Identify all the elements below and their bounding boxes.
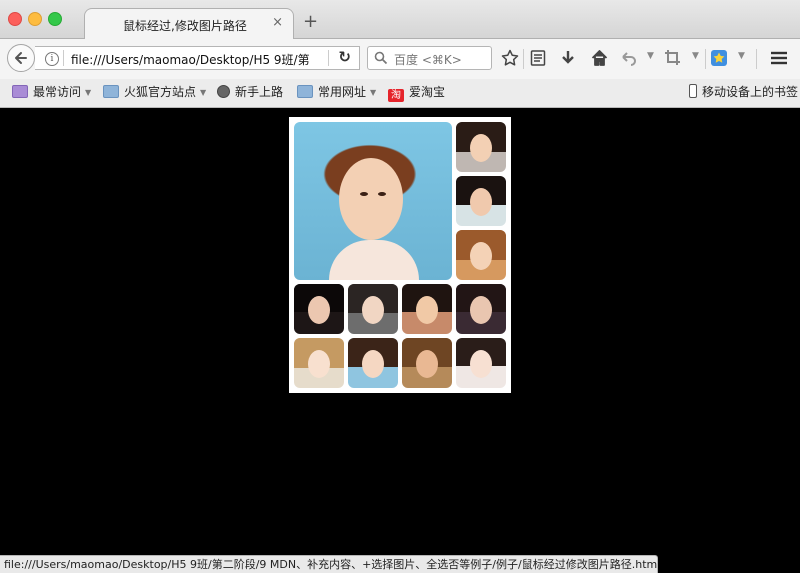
tab-title: 鼠标经过,修改图片路径 [123,19,247,33]
chevron-down-icon[interactable]: ▼ [647,51,654,61]
globe-icon [217,85,230,98]
menu-icon[interactable] [770,49,788,67]
toolbar-divider [523,49,524,69]
search-input[interactable]: 百度 <⌘K> [394,51,462,68]
home-icon[interactable] [591,49,608,67]
thumb-2[interactable] [456,176,506,226]
new-tab-button[interactable]: + [303,13,318,31]
bookmark-firefox-sites[interactable]: 火狐官方站点 ▼ [103,83,206,101]
eyes [358,192,388,197]
download-icon[interactable] [560,49,576,67]
bookmark-label: 新手上路 [235,85,284,99]
folder-icon [297,85,313,98]
minimize-window-button[interactable] [28,12,42,26]
bookmark-label: 移动设备上的书签 [702,85,799,99]
thumb-5[interactable] [348,284,398,334]
chevron-down-icon: ▼ [200,88,207,97]
crop-icon[interactable] [664,49,682,67]
star-badge-icon [713,52,725,63]
browser-chrome: 鼠标经过,修改图片路径 × + i file:///Users/maomao/D… [0,0,800,108]
thumb-3[interactable] [456,230,506,280]
search-bar[interactable]: 百度 <⌘K> [367,46,492,70]
thumb-1[interactable] [456,122,506,172]
chevron-down-icon[interactable]: ▼ [738,51,745,61]
thumb-10[interactable] [402,338,452,388]
folder-icon [103,85,119,98]
chevron-down-icon: ▼ [370,88,377,97]
bookmarks-toolbar: 最常访问 ▼ 火狐官方站点 ▼ 新手上路 常用网址 ▼ 淘爱淘宝 移动设备上的书签 [0,79,800,106]
title-bar: 鼠标经过,修改图片路径 × + [0,0,800,39]
thumb-6[interactable] [402,284,452,334]
toolbar-divider [705,49,706,69]
bookmark-mobile[interactable]: 移动设备上的书签 [689,83,798,101]
thumb-7[interactable] [456,284,506,334]
star-icon[interactable] [501,49,519,67]
large-photo [294,122,452,280]
reload-icon[interactable]: ↻ [338,48,351,66]
bookmark-most-visited[interactable]: 最常访问 ▼ [12,83,91,101]
thumb-9[interactable] [348,338,398,388]
navigation-toolbar: i file:///Users/maomao/Desktop/H5 9班/第 ↻… [0,39,800,79]
toolbar-divider [756,49,757,69]
bookmark-label: 常用网址 [318,85,367,99]
shoulder-shape [329,240,419,280]
bookmark-label: 火狐官方站点 [124,85,197,99]
bookmark-label: 最常访问 [33,85,82,99]
bookmark-taobao[interactable]: 淘爱淘宝 [388,83,446,102]
back-button[interactable] [7,44,35,72]
chevron-down-icon: ▼ [85,88,92,97]
thumb-11[interactable] [456,338,506,388]
bookmark-common-sites[interactable]: 常用网址 ▼ [297,83,376,101]
status-bar: file:///Users/maomao/Desktop/H5 9班/第二阶段/… [0,555,658,573]
reading-list-icon[interactable] [530,49,546,67]
face-shape [339,158,403,240]
url-input[interactable]: file:///Users/maomao/Desktop/H5 9班/第 [71,51,331,68]
chevron-down-icon[interactable]: ▼ [692,51,699,61]
tab-close-icon[interactable]: × [272,15,283,30]
maximize-window-button[interactable] [48,12,62,26]
arrow-left-icon [15,52,27,64]
site-info-icon[interactable]: i [45,52,59,66]
url-bar[interactable]: i file:///Users/maomao/Desktop/H5 9班/第 ↻ [35,46,360,70]
thumb-8[interactable] [294,338,344,388]
image-gallery [289,117,511,393]
mobile-device-icon [689,84,697,98]
url-divider-right [328,50,329,66]
url-divider [63,50,64,66]
taobao-icon: 淘 [388,89,404,102]
thumb-4[interactable] [294,284,344,334]
back-history-icon[interactable] [621,49,637,67]
tab-active[interactable]: 鼠标经过,修改图片路径 × [84,8,294,39]
search-icon [374,51,388,65]
bookmark-label: 爱淘宝 [409,85,446,99]
bookmark-getting-started[interactable]: 新手上路 [217,83,283,101]
extension-star-icon[interactable] [711,50,727,66]
close-window-button[interactable] [8,12,22,26]
most-visited-icon [12,85,28,98]
